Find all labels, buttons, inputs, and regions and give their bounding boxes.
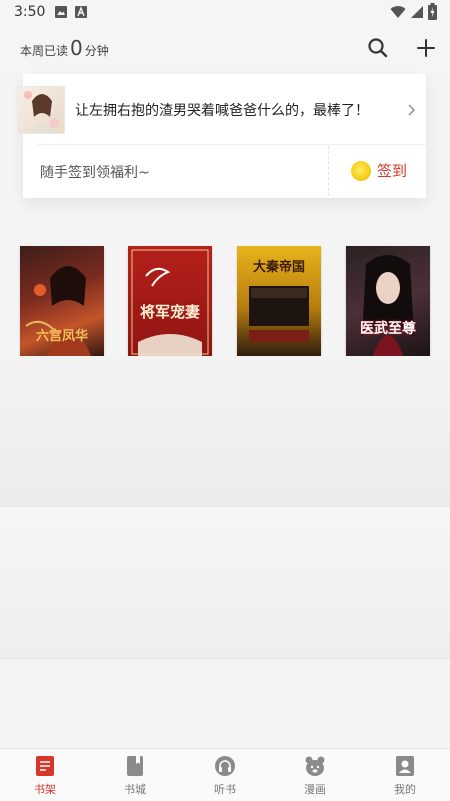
tab-label: 书城 bbox=[124, 783, 146, 796]
bear-icon bbox=[305, 756, 325, 776]
tab-label: 漫画 bbox=[304, 783, 326, 796]
reading-suffix: 分钟 bbox=[84, 44, 109, 58]
card-vertical-divider bbox=[328, 146, 329, 196]
card-divider bbox=[37, 144, 426, 145]
image-icon bbox=[54, 5, 68, 23]
notice-text: 让左拥右抱的渣男哭着喊爸爸什么的，最棒了！ bbox=[75, 103, 369, 119]
bookshelf-icon bbox=[36, 756, 54, 776]
wifi-icon bbox=[390, 5, 406, 23]
status-bar: 3:50 bbox=[0, 0, 450, 24]
tab-label: 书架 bbox=[34, 783, 56, 796]
plus-icon bbox=[417, 39, 435, 57]
battery-charging-icon bbox=[428, 3, 437, 24]
book-cover[interactable]: 将军宠妻 bbox=[128, 246, 212, 358]
empty-shelf-2 bbox=[0, 506, 450, 658]
reading-prefix: 本周已读 bbox=[20, 44, 69, 58]
status-time: 3:50 bbox=[14, 4, 46, 20]
checkin-button[interactable]: 签到 bbox=[351, 160, 407, 181]
notice-avatar bbox=[17, 86, 65, 134]
headphones-icon bbox=[215, 756, 235, 776]
empty-shelf-3 bbox=[0, 658, 450, 748]
book-title: 医武至尊 bbox=[360, 321, 416, 337]
bookstore-icon bbox=[127, 756, 143, 776]
book-title: 六宫凤华 bbox=[35, 329, 88, 344]
tab-profile[interactable]: 我的 bbox=[360, 749, 450, 801]
tab-label: 我的 bbox=[394, 783, 416, 796]
notice-banner[interactable]: 让左拥右抱的渣男哭着喊爸爸什么的，最棒了！ bbox=[17, 74, 426, 144]
promo-text: 随手签到领福利~ bbox=[40, 165, 150, 181]
book-cover[interactable]: 六宫凤华 bbox=[20, 246, 104, 358]
search-button[interactable] bbox=[364, 34, 392, 62]
shelf-divider bbox=[0, 658, 450, 659]
book-title: 大秦帝国 bbox=[252, 260, 305, 275]
tab-bookshelf[interactable]: 书架 bbox=[0, 749, 90, 801]
reading-minutes: 0 bbox=[70, 36, 83, 60]
bottom-tab-bar: 书架 书城 听书 漫画 我的 bbox=[0, 748, 450, 801]
book-cover[interactable]: 大秦帝国 bbox=[237, 246, 321, 358]
tab-audiobooks[interactable]: 听书 bbox=[180, 749, 270, 801]
book-cover[interactable]: 医武至尊 bbox=[346, 246, 430, 358]
shelf-divider bbox=[0, 506, 450, 507]
chevron-right-icon bbox=[406, 102, 416, 121]
tab-comics[interactable]: 漫画 bbox=[270, 749, 360, 801]
text-a-icon bbox=[74, 5, 88, 23]
book-title: 将军宠妻 bbox=[139, 303, 200, 321]
bookshelf-row: 六宫凤华 将军宠妻 大秦帝国 医武至尊 bbox=[0, 246, 450, 358]
checkin-label: 签到 bbox=[377, 162, 408, 180]
add-button[interactable] bbox=[412, 34, 440, 62]
weekly-reading-time: 本周已读 0 分钟 bbox=[20, 36, 109, 60]
search-icon bbox=[368, 38, 388, 58]
checkin-card: 让左拥右抱的渣男哭着喊爸爸什么的，最棒了！ 随手签到领福利~ 签到 bbox=[17, 74, 426, 198]
tab-label: 听书 bbox=[214, 783, 236, 796]
empty-shelf-1 bbox=[0, 356, 450, 506]
profile-icon bbox=[396, 756, 414, 776]
tab-bookstore[interactable]: 书城 bbox=[90, 749, 180, 801]
signal-icon bbox=[410, 5, 424, 23]
coin-icon bbox=[351, 160, 371, 181]
header: 本周已读 0 分钟 bbox=[0, 24, 450, 74]
